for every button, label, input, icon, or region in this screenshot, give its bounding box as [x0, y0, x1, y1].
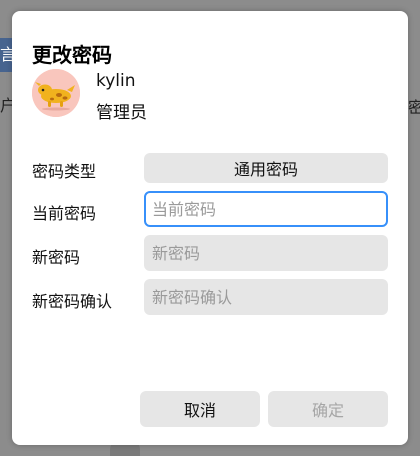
background-text: 密 — [408, 98, 420, 117]
user-role: 管理员 — [96, 103, 147, 123]
confirm-password-label: 新密码确认 — [32, 292, 113, 311]
background-text: 户 — [0, 96, 12, 115]
password-type-select[interactable]: 通用密码 — [144, 153, 388, 183]
current-password-label: 当前密码 — [32, 204, 97, 223]
change-password-dialog: 更改密码 kylin 管理员 密码类型 通用密码 当前密码 新密码 新密码确认 — [12, 11, 408, 445]
user-name: kylin — [96, 71, 136, 91]
current-password-field[interactable] — [144, 191, 388, 227]
background-window-fragment: 言 — [0, 38, 12, 72]
new-password-input[interactable] — [144, 235, 388, 271]
confirm-button[interactable]: 确定 — [268, 391, 388, 427]
confirm-password-field[interactable] — [144, 279, 388, 315]
background-text: 言 — [0, 45, 12, 64]
cancel-button-label: 取消 — [183, 401, 216, 420]
cancel-button[interactable]: 取消 — [140, 391, 260, 427]
password-type-label: 密码类型 — [32, 162, 97, 181]
new-password-label: 新密码 — [32, 248, 81, 267]
dialog-title: 更改密码 — [32, 43, 112, 67]
current-password-input[interactable] — [146, 193, 386, 225]
new-password-field[interactable] — [144, 235, 388, 271]
cartoon-animal-avatar-icon — [32, 69, 80, 117]
password-type-value: 通用密码 — [233, 160, 298, 179]
confirm-button-label: 确定 — [311, 401, 344, 420]
confirm-password-input[interactable] — [144, 279, 388, 315]
